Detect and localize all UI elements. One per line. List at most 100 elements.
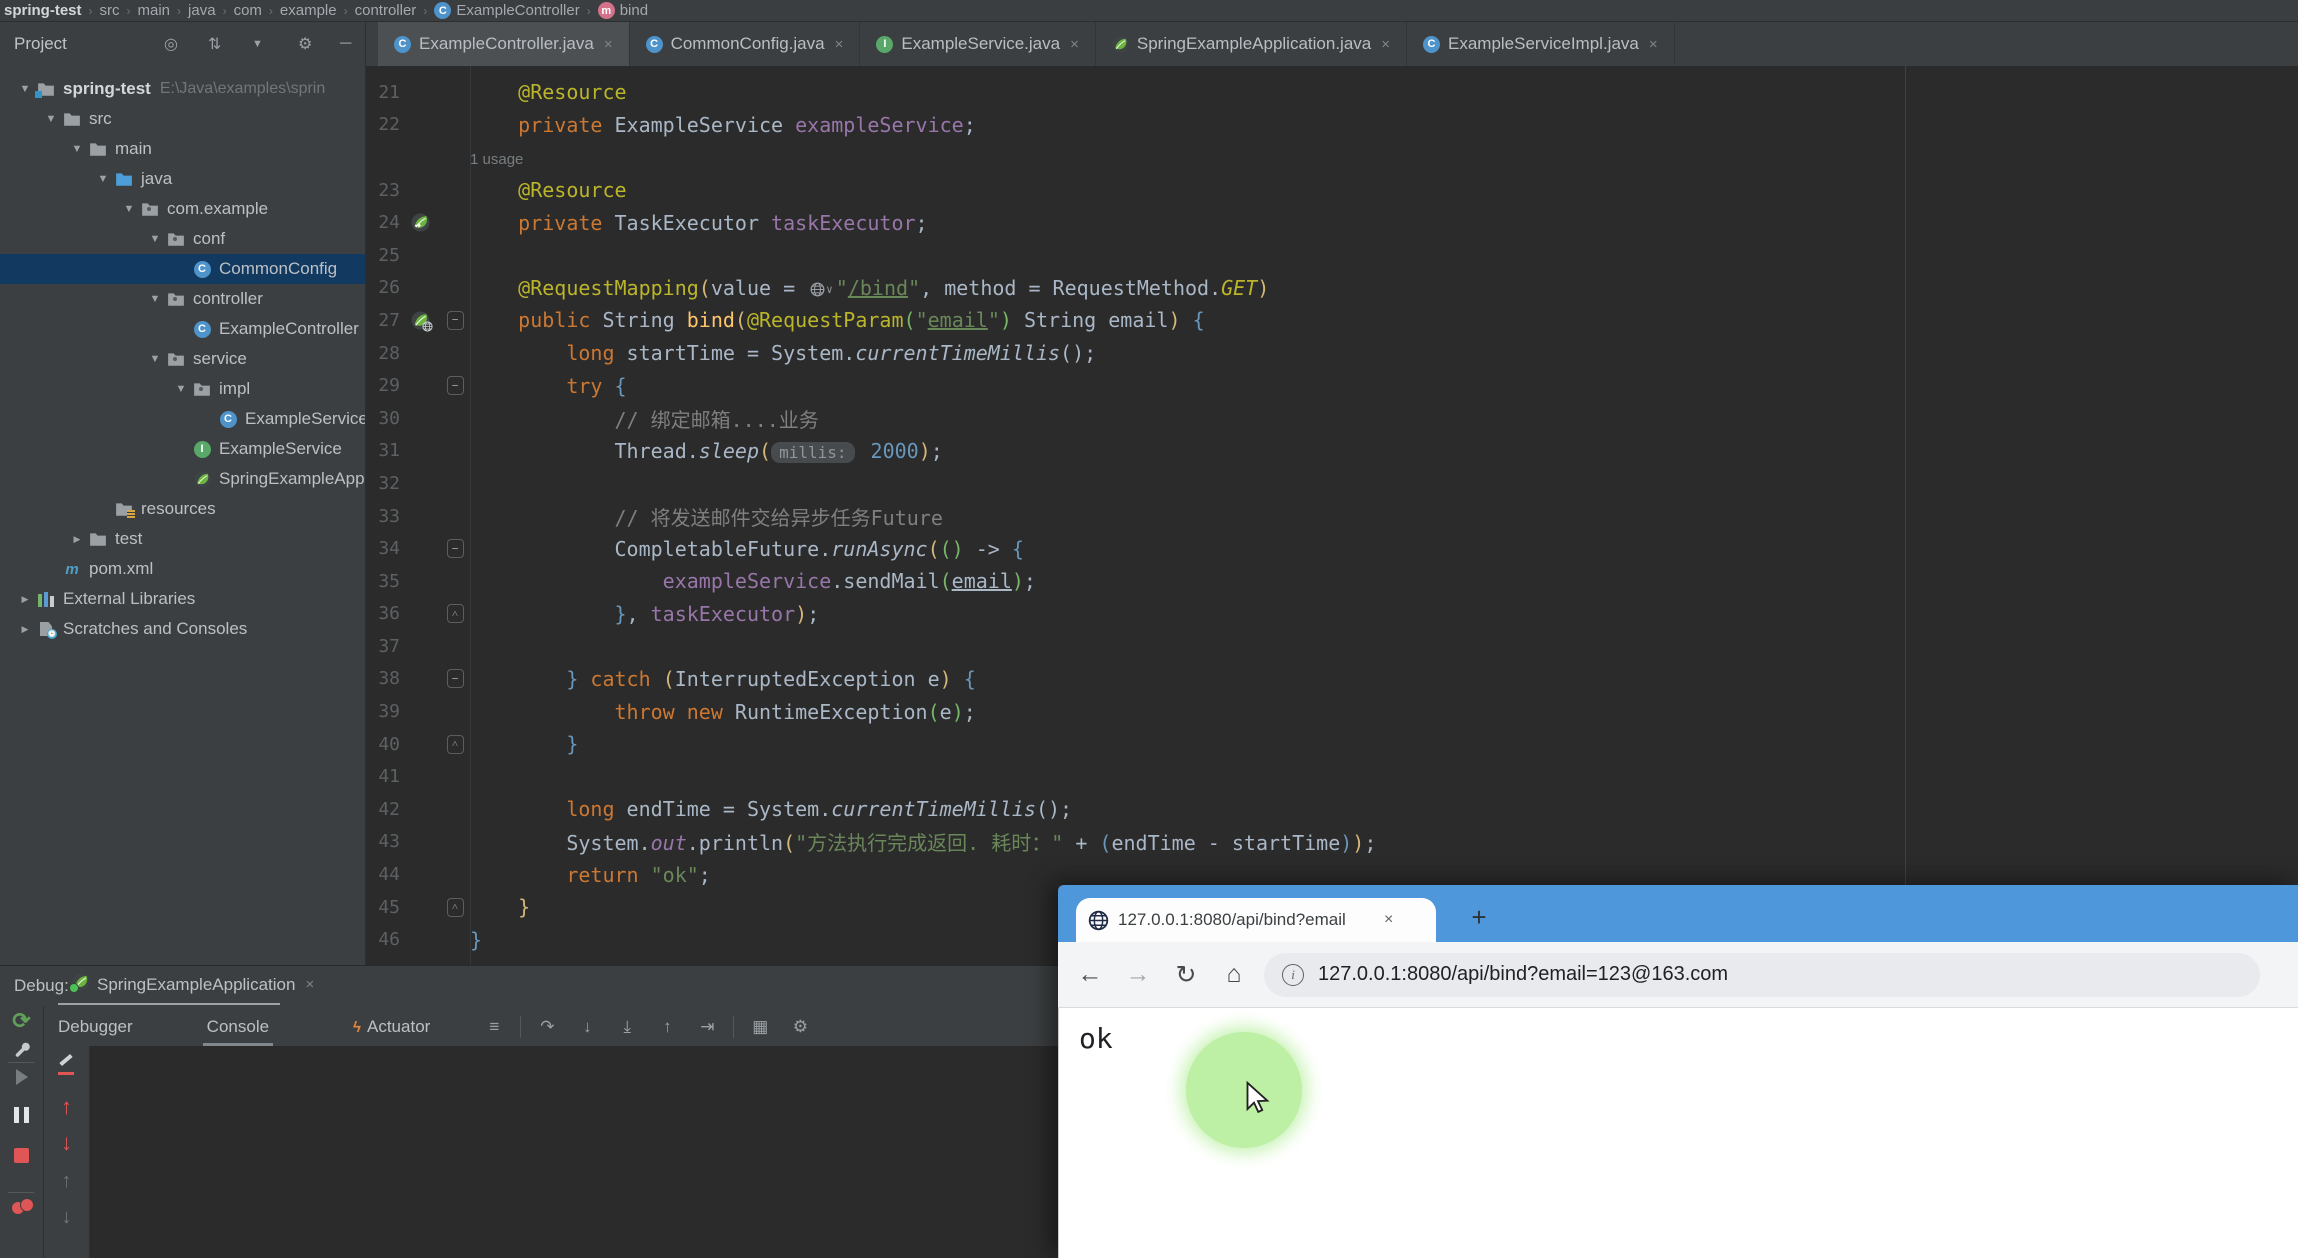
tree-chevron-down-icon[interactable]: ▼ (170, 383, 192, 395)
force-step-into-icon[interactable]: ⤓ (607, 1017, 647, 1037)
breadcrumb-item[interactable]: C ExampleController (434, 2, 580, 19)
reload-button[interactable]: ↻ (1162, 960, 1210, 990)
tree-item-src[interactable]: ▼ src (0, 104, 365, 134)
arrow-up-red-icon[interactable]: ↑ (44, 1094, 89, 1120)
tab-close-icon[interactable]: × (1649, 36, 1658, 53)
run-to-cursor-icon[interactable]: ⇥ (687, 1017, 727, 1037)
tree-chevron-down-icon[interactable]: ▼ (66, 143, 88, 155)
fold-marker-end[interactable]: ˄ (446, 604, 464, 624)
hotswap-icon[interactable] (44, 1053, 89, 1080)
editor-tab[interactable]: C ExampleServiceImpl.java × (1407, 22, 1675, 66)
fold-marker-end[interactable]: ˄ (446, 734, 464, 754)
debug-tab-actuator[interactable]: ϟ Actuator (339, 1008, 444, 1046)
tree-item-impl[interactable]: ▼ impl (0, 374, 365, 404)
tab-close-icon[interactable]: × (835, 36, 844, 53)
tree-chevron-down-icon[interactable]: ▼ (118, 203, 140, 215)
code-line[interactable]: 29 − try { (366, 369, 2298, 402)
browser-page[interactable]: ok (1058, 1008, 2298, 1258)
tree-chevron-right-icon[interactable]: ▶ (66, 534, 88, 545)
home-button[interactable]: ⌂ (1210, 960, 1258, 989)
code-line[interactable]: 23 @Resource (366, 174, 2298, 207)
code-line[interactable]: 22 private ExampleService exampleService… (366, 109, 2298, 142)
tab-close-icon[interactable]: × (604, 36, 613, 53)
fold-marker-open[interactable]: − (446, 376, 464, 396)
editor-tab[interactable]: C ExampleController.java × (378, 22, 630, 66)
tree-item-resources[interactable]: resources (0, 494, 365, 524)
pause-icon[interactable] (0, 1102, 43, 1128)
evaluate-icon[interactable]: ▦ (740, 1017, 780, 1037)
tree-item-test[interactable]: ▶ test (0, 524, 365, 554)
code-line[interactable]: 42 long endTime = System.currentTimeMill… (366, 793, 2298, 826)
code-line[interactable]: 1 usage (366, 141, 2298, 174)
tree-item-service[interactable]: ▼ service (0, 344, 365, 374)
tree-chevron-down-icon[interactable]: ▼ (40, 113, 62, 125)
list-icon[interactable]: ≡ (474, 1017, 514, 1037)
new-tab-button[interactable]: + (1462, 898, 1496, 936)
breadcrumb-item[interactable]: controller (355, 2, 417, 19)
breadcrumb-item[interactable]: src (100, 2, 120, 19)
debug-tab-console[interactable]: Console (193, 1008, 283, 1046)
arrow-down-red-icon[interactable]: ↓ (44, 1130, 89, 1156)
editor-tab[interactable]: SpringExampleApplication.java × (1096, 22, 1407, 66)
tree-chevron-right-icon[interactable]: ▶ (14, 624, 36, 635)
tree-item-com-example[interactable]: ▼ com.example (0, 194, 365, 224)
breadcrumb-item[interactable]: example (280, 2, 337, 19)
code-line[interactable]: 34 − CompletableFuture.runAsync(() -> { (366, 532, 2298, 565)
tree-item-main[interactable]: ▼ main (0, 134, 365, 164)
code-line[interactable]: 41 (366, 760, 2298, 793)
close-icon[interactable]: × (305, 976, 314, 993)
code-line[interactable]: 21 @Resource (366, 76, 2298, 109)
fold-marker-open[interactable]: − (446, 539, 464, 559)
back-button[interactable]: ← (1066, 960, 1114, 989)
tab-close-icon[interactable]: × (1381, 36, 1390, 53)
browser-titlebar[interactable]: 127.0.0.1:8080/api/bind?email × + (1058, 885, 2298, 942)
tree-chevron-right-icon[interactable]: ▶ (14, 594, 36, 605)
breadcrumb-item[interactable]: java (188, 2, 216, 19)
tree-item-scratches-and-consoles[interactable]: ▶ 🕒 Scratches and Consoles (0, 614, 365, 644)
browser-tab[interactable]: 127.0.0.1:8080/api/bind?email × (1076, 898, 1436, 942)
code-line[interactable]: 38 − } catch (InterruptedException e) { (366, 663, 2298, 696)
breadcrumb-item[interactable]: main (138, 2, 171, 19)
editor-tab[interactable]: C CommonConfig.java × (630, 22, 861, 66)
forward-button[interactable]: → (1114, 960, 1162, 989)
code-line[interactable]: 40 ˄ } (366, 728, 2298, 761)
code-line[interactable]: 36 ˄ }, taskExecutor); (366, 598, 2298, 631)
project-panel-header[interactable]: Project ◎ ⇅ ▼ ⚙ ─ (0, 22, 366, 66)
code-line[interactable]: 25 (366, 239, 2298, 272)
tree-chevron-down-icon[interactable]: ▼ (144, 353, 166, 365)
breadcrumb-item[interactable]: m bind (597, 2, 648, 19)
settings-icon[interactable]: ⚙ (780, 1017, 820, 1037)
code-line[interactable]: 32 (366, 467, 2298, 500)
run-config-tab[interactable]: SpringExampleApplication × (69, 973, 314, 996)
tree-item-external-libraries[interactable]: ▶ External Libraries (0, 584, 365, 614)
fold-marker-end[interactable]: ˄ (446, 897, 464, 917)
tree-item-pom-xml[interactable]: m pom.xml (0, 554, 365, 584)
code-line[interactable]: 31 Thread.sleep(millis: 2000); (366, 435, 2298, 468)
stop-icon[interactable] (0, 1142, 43, 1168)
arrow-down-dim-icon[interactable]: ↓ (44, 1204, 89, 1230)
rerun-icon[interactable]: ⟳ (0, 1008, 43, 1034)
tree-item-controller[interactable]: ▼ controller (0, 284, 365, 314)
breadcrumb-item[interactable]: com (234, 2, 262, 19)
breakpoints-icon[interactable] (0, 1194, 43, 1220)
code-line[interactable]: 24 ➜ private TaskExecutor taskExecutor; (366, 206, 2298, 239)
tree-chevron-down-icon[interactable]: ▼ (14, 83, 36, 95)
locate-icon[interactable]: ◎ (164, 34, 178, 54)
editor-tab[interactable]: I ExampleService.java × (860, 22, 1096, 66)
fold-marker-open[interactable]: − (446, 669, 464, 689)
collapse-all-icon[interactable]: ⇅ (208, 34, 221, 54)
step-out-icon[interactable]: ↑ (647, 1017, 687, 1037)
code-line[interactable]: 37 (366, 630, 2298, 663)
tab-close-icon[interactable]: × (1384, 911, 1393, 929)
code-line[interactable]: 28 long startTime = System.currentTimeMi… (366, 337, 2298, 370)
code-line[interactable]: 26 @RequestMapping(value = ∨ "/bind", met… (366, 272, 2298, 305)
settings-icon[interactable]: ⚙ (298, 34, 312, 54)
mapping-icon[interactable] (410, 311, 433, 332)
code-line[interactable]: 27− public String bind(@RequestParam("em… (366, 304, 2298, 337)
code-line[interactable]: 39 throw new RuntimeException(e); (366, 695, 2298, 728)
tree-chevron-down-icon[interactable]: ▼ (92, 173, 114, 185)
tree-chevron-down-icon[interactable]: ▼ (144, 293, 166, 305)
url-mapping-icon[interactable]: ∨ (810, 282, 833, 297)
tree-item-java[interactable]: ▼ java (0, 164, 365, 194)
debug-tab-debugger[interactable]: Debugger (44, 1008, 147, 1046)
